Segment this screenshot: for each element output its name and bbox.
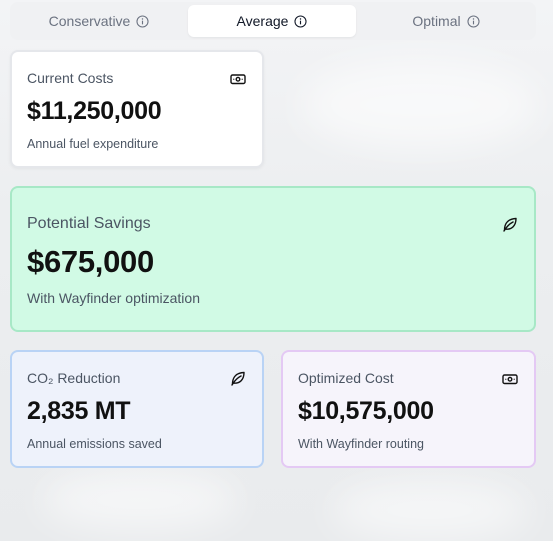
leaf-icon bbox=[229, 369, 247, 387]
scenario-tabs: Conservative Average Optimal bbox=[10, 2, 536, 40]
card-value: $675,000 bbox=[27, 244, 154, 279]
card-subtitle: Annual fuel expenditure bbox=[27, 137, 159, 151]
tab-label: Average bbox=[236, 13, 289, 29]
banknote-icon bbox=[229, 70, 247, 88]
tab-conservative[interactable]: Conservative bbox=[10, 5, 188, 37]
co2-reduction-card: CO₂ Reduction 2,835 MT Annual emissions … bbox=[10, 350, 264, 468]
tab-optimal[interactable]: Optimal bbox=[356, 5, 536, 37]
tab-label: Optimal bbox=[412, 13, 461, 29]
info-icon[interactable] bbox=[294, 14, 308, 28]
background-cloud bbox=[300, 60, 540, 150]
info-icon[interactable] bbox=[136, 14, 149, 28]
card-value: 2,835 MT bbox=[27, 397, 131, 425]
card-subtitle: With Wayfinder optimization bbox=[27, 290, 200, 306]
card-value: $10,575,000 bbox=[298, 397, 434, 425]
card-title: Optimized Cost bbox=[298, 370, 394, 386]
card-value: $11,250,000 bbox=[27, 97, 162, 125]
card-title: Potential Savings bbox=[27, 215, 151, 232]
background-cloud bbox=[330, 480, 530, 540]
info-icon[interactable] bbox=[467, 14, 480, 28]
current-costs-card: Current Costs $11,250,000 Annual fuel ex… bbox=[10, 50, 264, 168]
card-title: Current Costs bbox=[27, 70, 114, 86]
tab-average[interactable]: Average bbox=[188, 5, 356, 37]
tab-label: Conservative bbox=[48, 13, 131, 29]
card-title: CO₂ Reduction bbox=[27, 370, 121, 386]
card-subtitle: Annual emissions saved bbox=[27, 437, 162, 451]
optimized-cost-card: Optimized Cost $10,575,000 With Wayfinde… bbox=[281, 350, 536, 468]
leaf-icon bbox=[501, 215, 519, 233]
banknote-icon bbox=[501, 370, 519, 388]
background-cloud bbox=[40, 470, 240, 530]
potential-savings-card: Potential Savings $675,000 With Wayfinde… bbox=[10, 186, 536, 332]
card-subtitle: With Wayfinder routing bbox=[298, 437, 424, 451]
